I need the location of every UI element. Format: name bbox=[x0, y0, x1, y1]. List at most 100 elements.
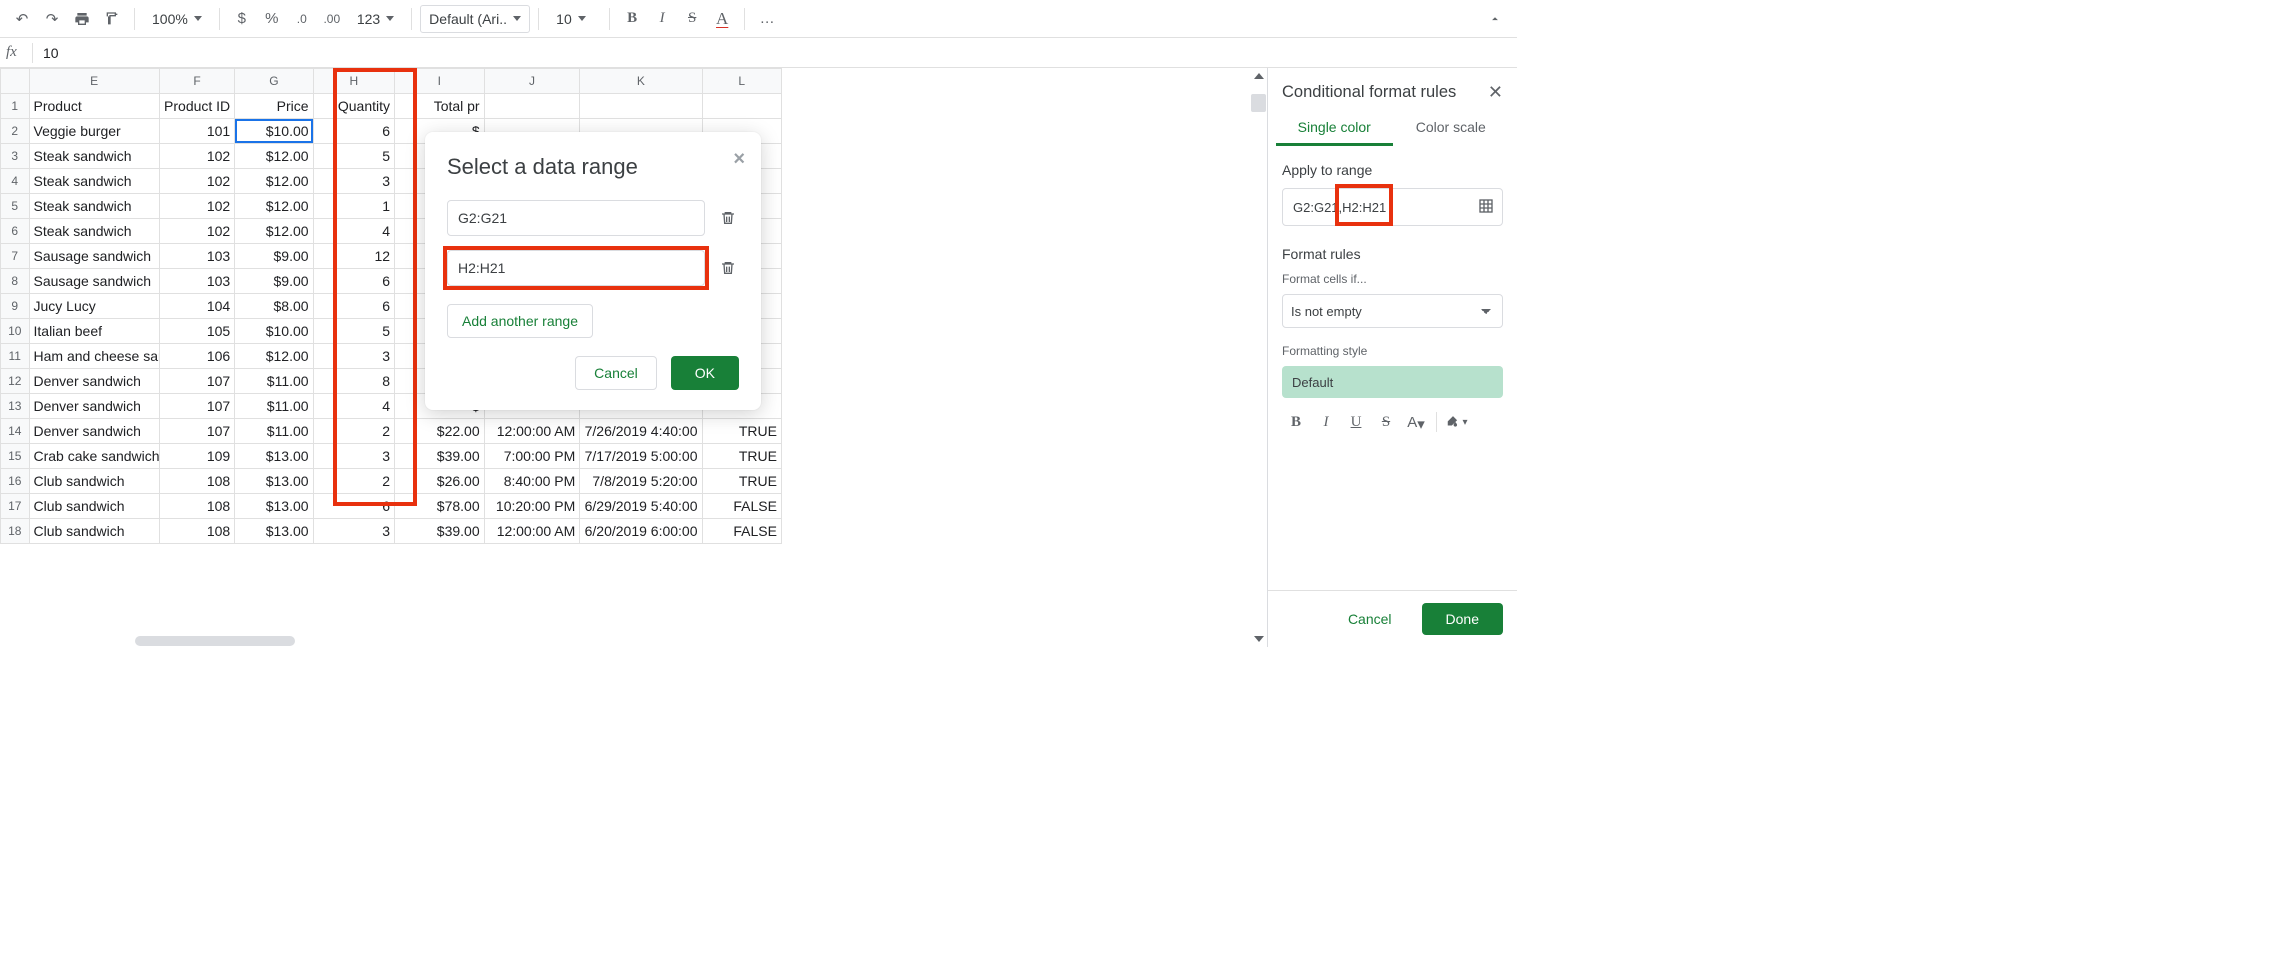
cell-H5[interactable]: 1 bbox=[313, 194, 394, 219]
cell-F18[interactable]: 108 bbox=[159, 519, 234, 544]
cell-G5[interactable]: $12.00 bbox=[235, 194, 313, 219]
collapse-toolbar-button[interactable] bbox=[1481, 5, 1509, 33]
cell-H7[interactable]: 12 bbox=[313, 244, 394, 269]
style-text-color-button[interactable]: A▾ bbox=[1402, 408, 1430, 436]
cell-I18[interactable]: $39.00 bbox=[395, 519, 485, 544]
column-header-K[interactable]: K bbox=[580, 69, 702, 94]
row-header-8[interactable]: 8 bbox=[1, 269, 30, 294]
cell-I14[interactable]: $22.00 bbox=[395, 419, 485, 444]
cell-K18[interactable]: 6/20/2019 6:00:00 bbox=[580, 519, 702, 544]
cell-G12[interactable]: $11.00 bbox=[235, 369, 313, 394]
cell-G18[interactable]: $13.00 bbox=[235, 519, 313, 544]
row-header-16[interactable]: 16 bbox=[1, 469, 30, 494]
cell-G15[interactable]: $13.00 bbox=[235, 444, 313, 469]
cell-G16[interactable]: $13.00 bbox=[235, 469, 313, 494]
cell-E6[interactable]: Steak sandwich bbox=[29, 219, 159, 244]
paint-format-button[interactable] bbox=[98, 5, 126, 33]
cell-G6[interactable]: $12.00 bbox=[235, 219, 313, 244]
row-header-15[interactable]: 15 bbox=[1, 444, 30, 469]
cell-G8[interactable]: $9.00 bbox=[235, 269, 313, 294]
cell-E4[interactable]: Steak sandwich bbox=[29, 169, 159, 194]
cell-H15[interactable]: 3 bbox=[313, 444, 394, 469]
zoom-dropdown[interactable]: 100% bbox=[143, 5, 211, 33]
cell-G2[interactable]: $10.00 bbox=[235, 119, 313, 144]
cell-I16[interactable]: $26.00 bbox=[395, 469, 485, 494]
cell-G17[interactable]: $13.00 bbox=[235, 494, 313, 519]
cell-F8[interactable]: 103 bbox=[159, 269, 234, 294]
formula-input[interactable] bbox=[37, 45, 1517, 61]
cell-E9[interactable]: Jucy Lucy bbox=[29, 294, 159, 319]
cell-F17[interactable]: 108 bbox=[159, 494, 234, 519]
increase-decimal-button[interactable]: .00 bbox=[318, 5, 346, 33]
column-header-J[interactable]: J bbox=[484, 69, 580, 94]
row-header-6[interactable]: 6 bbox=[1, 219, 30, 244]
text-color-button[interactable]: A bbox=[708, 5, 736, 33]
cell-F10[interactable]: 105 bbox=[159, 319, 234, 344]
cell-G11[interactable]: $12.00 bbox=[235, 344, 313, 369]
cell-J16[interactable]: 8:40:00 PM bbox=[484, 469, 580, 494]
row-header-14[interactable]: 14 bbox=[1, 419, 30, 444]
cell-F9[interactable]: 104 bbox=[159, 294, 234, 319]
cell-G7[interactable]: $9.00 bbox=[235, 244, 313, 269]
column-header-E[interactable]: E bbox=[29, 69, 159, 94]
cell-J15[interactable]: 7:00:00 PM bbox=[484, 444, 580, 469]
cell-F4[interactable]: 102 bbox=[159, 169, 234, 194]
cell-I17[interactable]: $78.00 bbox=[395, 494, 485, 519]
cell-H18[interactable]: 3 bbox=[313, 519, 394, 544]
tab-single-color[interactable]: Single color bbox=[1276, 109, 1393, 146]
cell-J17[interactable]: 10:20:00 PM bbox=[484, 494, 580, 519]
cell-H17[interactable]: 6 bbox=[313, 494, 394, 519]
cell-E8[interactable]: Sausage sandwich bbox=[29, 269, 159, 294]
print-button[interactable] bbox=[68, 5, 96, 33]
cell-E12[interactable]: Denver sandwich bbox=[29, 369, 159, 394]
style-italic-button[interactable]: I bbox=[1312, 408, 1340, 436]
row-header-10[interactable]: 10 bbox=[1, 319, 30, 344]
cell-H3[interactable]: 5 bbox=[313, 144, 394, 169]
italic-button[interactable]: I bbox=[648, 5, 676, 33]
cell-I15[interactable]: $39.00 bbox=[395, 444, 485, 469]
cell-H10[interactable]: 5 bbox=[313, 319, 394, 344]
redo-button[interactable]: ↷ bbox=[38, 5, 66, 33]
number-format-dropdown[interactable]: 123 bbox=[348, 5, 403, 33]
select-range-icon[interactable] bbox=[1478, 198, 1494, 217]
cell-L14[interactable]: TRUE bbox=[702, 419, 782, 444]
cell-E16[interactable]: Club sandwich bbox=[29, 469, 159, 494]
cell-G14[interactable]: $11.00 bbox=[235, 419, 313, 444]
cell-E2[interactable]: Veggie burger bbox=[29, 119, 159, 144]
corner-cell[interactable] bbox=[1, 69, 30, 94]
style-bold-button[interactable]: B bbox=[1282, 408, 1310, 436]
row-header-18[interactable]: 18 bbox=[1, 519, 30, 544]
cell-J18[interactable]: 12:00:00 AM bbox=[484, 519, 580, 544]
cell-E10[interactable]: Italian beef bbox=[29, 319, 159, 344]
column-header-I[interactable]: I bbox=[395, 69, 485, 94]
cell-H4[interactable]: 3 bbox=[313, 169, 394, 194]
row-header-12[interactable]: 12 bbox=[1, 369, 30, 394]
cell-G1[interactable]: Price bbox=[235, 94, 313, 119]
cell-F6[interactable]: 102 bbox=[159, 219, 234, 244]
dialog-close-button[interactable]: × bbox=[733, 148, 745, 171]
format-style-preview[interactable]: Default bbox=[1282, 366, 1503, 398]
format-condition-select[interactable]: Is not empty bbox=[1282, 294, 1503, 328]
dialog-cancel-button[interactable]: Cancel bbox=[575, 356, 657, 390]
style-fill-color-button[interactable]: ▾ bbox=[1443, 408, 1471, 436]
cell-F13[interactable]: 107 bbox=[159, 394, 234, 419]
undo-button[interactable]: ↶ bbox=[8, 5, 36, 33]
cell-H11[interactable]: 3 bbox=[313, 344, 394, 369]
cell-H9[interactable]: 6 bbox=[313, 294, 394, 319]
row-header-2[interactable]: 2 bbox=[1, 119, 30, 144]
row-header-9[interactable]: 9 bbox=[1, 294, 30, 319]
cell-F2[interactable]: 101 bbox=[159, 119, 234, 144]
panel-done-button[interactable]: Done bbox=[1422, 603, 1503, 635]
dialog-ok-button[interactable]: OK bbox=[671, 356, 739, 390]
cell-H14[interactable]: 2 bbox=[313, 419, 394, 444]
cell-E7[interactable]: Sausage sandwich bbox=[29, 244, 159, 269]
cell-H16[interactable]: 2 bbox=[313, 469, 394, 494]
cell-F11[interactable]: 106 bbox=[159, 344, 234, 369]
cell-F16[interactable]: 108 bbox=[159, 469, 234, 494]
cell-F12[interactable]: 107 bbox=[159, 369, 234, 394]
cell-L15[interactable]: TRUE bbox=[702, 444, 782, 469]
horizontal-scrollbar[interactable] bbox=[135, 636, 295, 646]
column-header-G[interactable]: G bbox=[235, 69, 313, 94]
cell-I1[interactable]: Total pr bbox=[395, 94, 485, 119]
cell-E1[interactable]: Product bbox=[29, 94, 159, 119]
